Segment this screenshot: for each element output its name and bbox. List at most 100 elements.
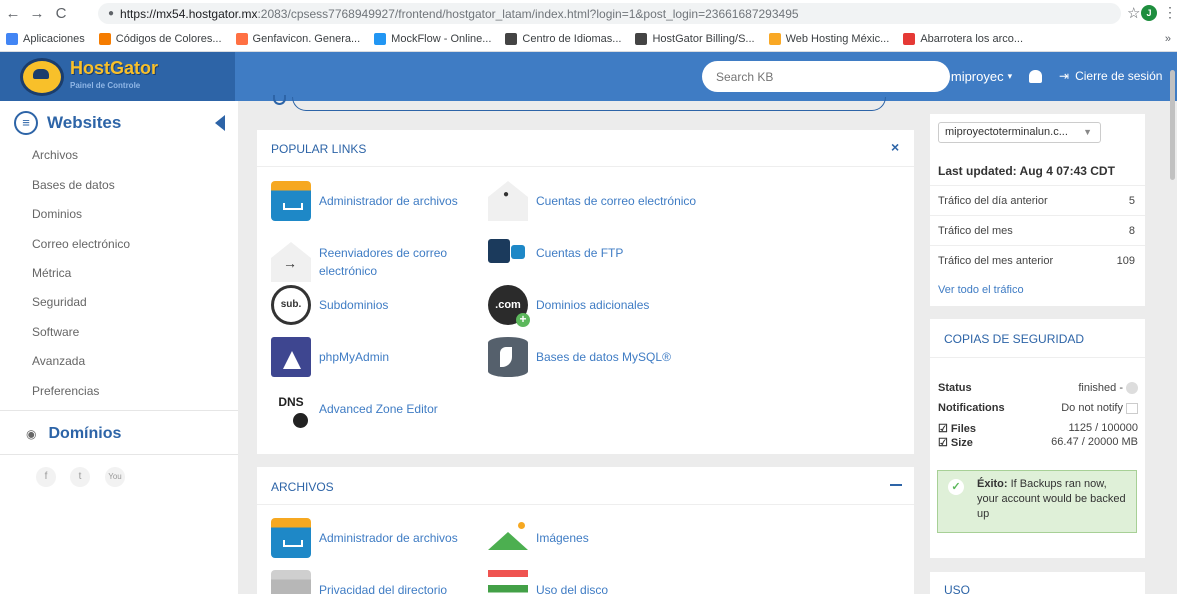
link-label: Uso del disco <box>536 583 609 594</box>
sidebar-item-1[interactable]: Bases de datos <box>32 178 115 192</box>
back-icon[interactable]: ← <box>2 5 24 22</box>
stat-value: 109 <box>1116 255 1135 267</box>
link-folder[interactable]: Administrador de archivos <box>271 518 458 558</box>
reload-icon[interactable]: C <box>50 5 72 22</box>
bookmark-item[interactable]: Códigos de Colores... <box>98 33 222 45</box>
browser-menu-icon[interactable]: ⋮ <box>1163 4 1177 21</box>
minimize-icon[interactable] <box>890 484 902 486</box>
sidebar-item-6[interactable]: Software <box>32 325 79 339</box>
backup-size-row: ☑ Size 66.47 / 20000 MB <box>938 436 1138 449</box>
twitter-icon[interactable]: t <box>70 467 90 487</box>
bookmark-item[interactable]: Aplicaciones <box>6 33 85 45</box>
search-icon <box>273 95 286 105</box>
link-label: Administrador de archivos <box>319 194 458 208</box>
backup-notifications-value-wrap: Do not notify <box>1061 402 1138 414</box>
panel-divider <box>930 357 1145 358</box>
bookmark-item[interactable]: HostGator Billing/S... <box>635 33 755 45</box>
backup-status-label: Status <box>938 382 972 394</box>
logout-label: Cierre de sesión <box>1075 69 1163 83</box>
bookmark-star-icon[interactable]: ☆ <box>1127 4 1140 22</box>
link-mysql[interactable]: Bases de datos MySQL® <box>488 337 671 377</box>
stat-label: Tráfico del mes <box>938 225 1013 237</box>
bookmark-label: HostGator Billing/S... <box>652 33 755 45</box>
list-icon: ≡ <box>14 111 38 135</box>
link-label: Imágenes <box>536 531 589 545</box>
search-tools-input[interactable] <box>292 97 886 111</box>
sidebar-item-7[interactable]: Avanzada <box>32 354 85 368</box>
stat-label: Tráfico del mes anterior <box>938 255 1054 267</box>
collapse-sidebar-icon[interactable] <box>215 115 225 131</box>
sidebar-divider <box>0 454 238 455</box>
facebook-icon[interactable]: f <box>36 467 56 487</box>
stat-value: 8 <box>1128 225 1135 237</box>
sidebar-item-8[interactable]: Preferencias <box>32 384 99 398</box>
panel-divider <box>257 504 914 505</box>
address-bar[interactable]: ● https://mx54.hostgator.mx:2083/cpsess7… <box>98 3 1121 24</box>
globe-icon: ◉ <box>26 427 37 441</box>
bookmark-label: MockFlow - Online... <box>391 33 492 45</box>
logout-button[interactable]: ⇥ Cierre de sesión <box>1059 69 1162 83</box>
link-label: Cuentas de FTP <box>536 246 624 260</box>
scrollbar[interactable] <box>1170 70 1175 180</box>
usage-card: USO <box>930 572 1145 594</box>
link-envelope[interactable]: Cuentas de correo electrónico <box>488 181 696 221</box>
phpmyadmin-icon <box>271 337 311 377</box>
sidebar-item-4[interactable]: Métrica <box>32 266 71 280</box>
forwarder-icon <box>271 242 311 282</box>
sidebar-section-title: Websites <box>47 113 122 132</box>
more-bookmarks-icon[interactable]: » <box>1165 33 1171 45</box>
bookmark-item[interactable]: MockFlow - Online... <box>374 33 491 45</box>
link-disk-usage[interactable]: Uso del disco <box>488 570 608 594</box>
link-label: Subdominios <box>319 298 389 312</box>
info-icon[interactable] <box>1126 382 1138 395</box>
url-path: :2083/cpsess7768949927/frontend/hostgato… <box>257 6 799 21</box>
link-label: Cuentas de correo electrónico <box>536 194 697 208</box>
link-forwarder[interactable]: Reenviadores de correo electrónico <box>271 242 469 282</box>
stats-card: miproyectoterminalun.c... ▼ Last updated… <box>930 114 1145 306</box>
bookmark-label: Códigos de Colores... <box>115 33 222 45</box>
link-subdomain[interactable]: sub. Subdominios <box>271 285 388 325</box>
bookmarks-bar: Aplicaciones Códigos de Colores... Genfavi… <box>0 27 1177 52</box>
bookmark-item[interactable]: Abarrotera los arco... <box>903 33 1023 45</box>
backup-status-value: finished - <box>1078 382 1123 394</box>
link-ftp[interactable]: Cuentas de FTP <box>488 233 623 273</box>
bookmark-label: Web Hosting Méxic... <box>785 33 890 45</box>
logo[interactable]: HostGator Painel de Controle <box>0 52 235 101</box>
backup-files-label: ☑ Files <box>938 423 976 435</box>
backup-notifications-label: Notifications <box>938 402 1005 414</box>
forward-icon[interactable]: → <box>26 5 48 22</box>
profile-avatar[interactable]: J <box>1141 5 1157 21</box>
alert-bold: Éxito: <box>977 478 1008 490</box>
image-icon <box>488 518 528 558</box>
user-icon: ● <box>937 69 945 84</box>
view-traffic-link[interactable]: Ver todo el tráfico <box>938 284 1024 296</box>
sidebar-item-3[interactable]: Correo electrónico <box>32 237 130 251</box>
folder-icon <box>271 181 311 221</box>
user-menu[interactable]: ● miproyec ▾ <box>937 69 1012 84</box>
youtube-icon[interactable]: You <box>105 467 125 487</box>
link-addon-domain[interactable]: .com Dominios adicionales <box>488 285 649 327</box>
link-dns[interactable]: DNS Advanced Zone Editor <box>271 389 438 429</box>
bookmark-item[interactable]: Centro de Idiomas... <box>505 33 621 45</box>
bookmark-item[interactable]: Genfavicon. Genera... <box>235 33 360 45</box>
archivos-panel: ARCHIVOS Administrador de archivos Imágen… <box>257 467 914 594</box>
sidebar-item-2[interactable]: Dominios <box>32 207 82 221</box>
close-icon[interactable]: × <box>891 139 899 155</box>
domain-select[interactable]: miproyectoterminalun.c... ▼ <box>938 122 1101 143</box>
sidebar-section-domains[interactable]: ◉ Domínios <box>26 425 121 443</box>
sidebar-item-5[interactable]: Seguridad <box>32 295 87 309</box>
folder-icon <box>271 518 311 558</box>
link-folder-lock[interactable]: Privacidad del directorio <box>271 570 447 594</box>
search-kb-input[interactable] <box>702 61 950 92</box>
edit-icon[interactable] <box>1126 402 1138 414</box>
sidebar: ≡ Websites Archivos Bases de datos Dominio… <box>0 101 238 594</box>
link-image[interactable]: Imágenes <box>488 518 589 558</box>
mysql-icon <box>488 337 528 377</box>
link-folder[interactable]: Administrador de archivos <box>271 181 458 221</box>
browser-toolbar: ← → C ● https://mx54.hostgator.mx:2083/c… <box>0 0 1177 27</box>
bell-icon[interactable] <box>1029 70 1042 83</box>
sidebar-section-websites[interactable]: ≡ Websites <box>14 111 121 135</box>
bookmark-item[interactable]: Web Hosting Méxic... <box>768 33 890 45</box>
sidebar-item-0[interactable]: Archivos <box>32 148 78 162</box>
link-phpmyadmin[interactable]: phpMyAdmin <box>271 337 389 377</box>
